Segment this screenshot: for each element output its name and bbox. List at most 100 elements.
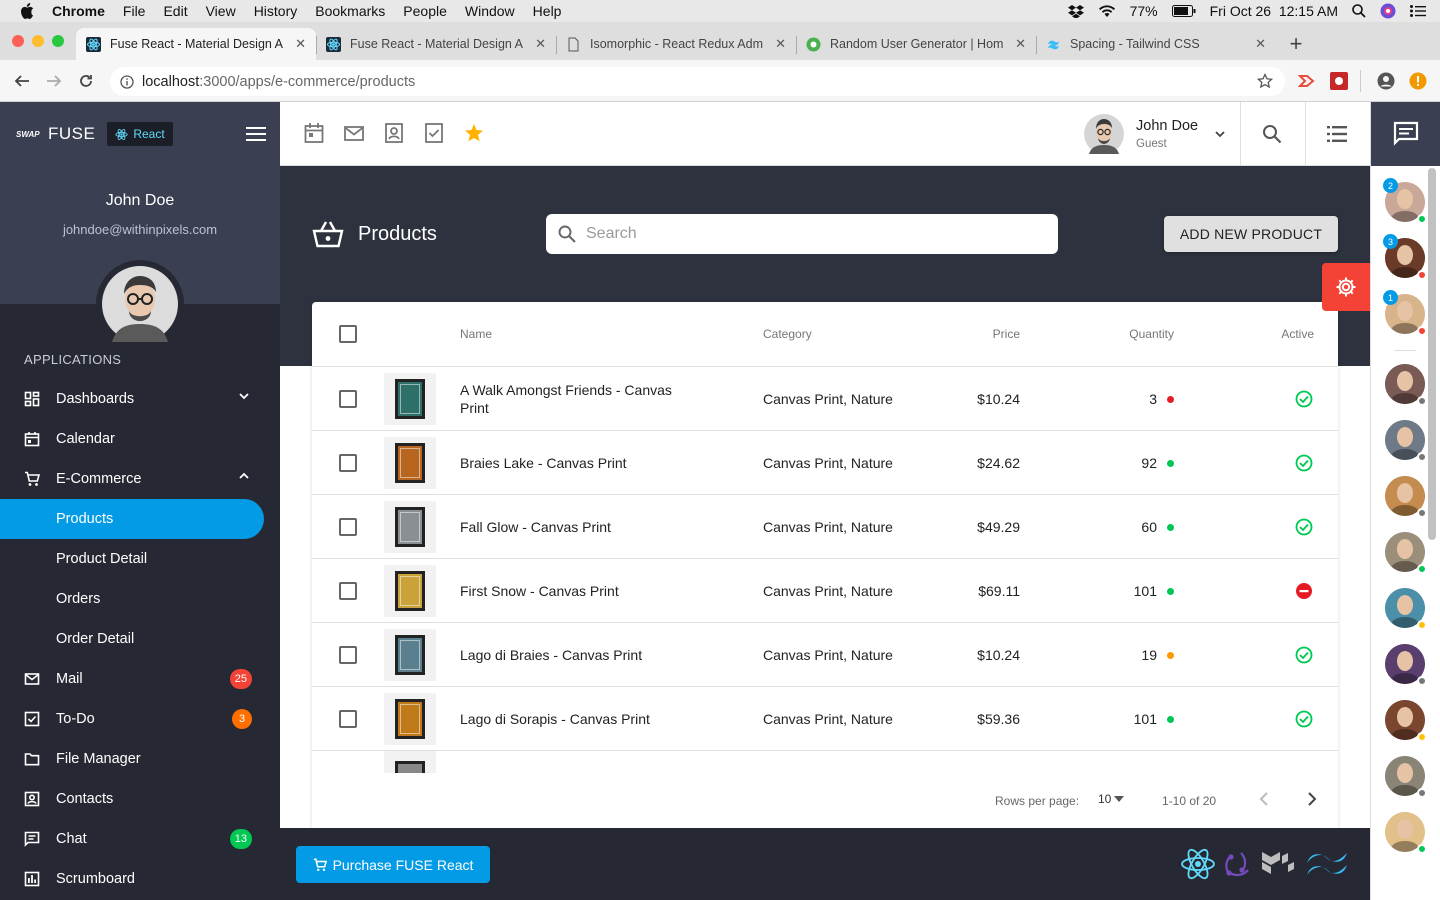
dropbox-icon[interactable] <box>1067 4 1084 18</box>
menu-help[interactable]: Help <box>533 3 562 19</box>
site-info-icon[interactable] <box>120 74 134 89</box>
select-all-checkbox[interactable] <box>339 325 357 343</box>
chevron-right-icon[interactable] <box>1305 791 1319 807</box>
redux-logo-icon[interactable] <box>1221 846 1255 880</box>
nav-item-product-detail[interactable]: Product Detail <box>0 539 280 579</box>
battery-icon[interactable] <box>1171 5 1196 17</box>
close-tab-icon[interactable]: ✕ <box>775 36 786 52</box>
nav-item-calendar[interactable]: Calendar <box>0 419 280 459</box>
menu-app-name[interactable]: Chrome <box>52 3 105 19</box>
close-window-button[interactable] <box>12 35 24 47</box>
update-alert-icon[interactable] <box>1409 72 1427 90</box>
extension-red-icon[interactable] <box>1330 72 1348 90</box>
search-icon[interactable] <box>1262 124 1282 144</box>
menu-history[interactable]: History <box>254 3 298 19</box>
browser-tab-3[interactable]: Isomorphic - React Redux Adm ✕ <box>556 28 796 60</box>
wifi-icon[interactable] <box>1098 4 1116 18</box>
close-tab-icon[interactable]: ✕ <box>295 36 306 52</box>
contacts-shortcut-icon[interactable] <box>384 122 404 144</box>
table-row[interactable]: Braies Lake - Canvas Print Canvas Print, … <box>312 431 1338 495</box>
chat-scrollbar[interactable] <box>1428 168 1436 540</box>
close-tab-icon[interactable]: ✕ <box>1015 36 1026 52</box>
mail-shortcut-icon[interactable] <box>344 122 364 144</box>
new-tab-button[interactable]: + <box>1276 28 1316 60</box>
nav-item-contacts[interactable]: Contacts <box>0 779 280 819</box>
back-arrow-icon[interactable] <box>6 65 38 97</box>
calendar-shortcut-icon[interactable] <box>304 122 324 144</box>
browser-tab-4[interactable]: Random User Generator | Hom ✕ <box>796 28 1036 60</box>
browser-tab-2[interactable]: Fuse React - Material Design A ✕ <box>316 28 556 60</box>
reload-icon[interactable] <box>70 65 102 97</box>
chat-contact-avatar[interactable] <box>1385 644 1427 686</box>
header-category[interactable]: Category <box>763 302 812 366</box>
menu-view[interactable]: View <box>206 3 236 19</box>
datetime[interactable]: Fri Oct 26 12:15 AM <box>1210 3 1338 19</box>
profile-icon[interactable] <box>1377 72 1395 90</box>
close-tab-icon[interactable]: ✕ <box>535 36 546 52</box>
tailwind-logo-icon[interactable] <box>1305 850 1349 878</box>
todo-shortcut-icon[interactable] <box>424 122 444 144</box>
list-icon[interactable] <box>1327 125 1347 143</box>
forward-arrow-icon[interactable] <box>38 65 70 97</box>
material-ui-logo-icon[interactable] <box>1260 848 1296 878</box>
table-row[interactable]: Lago di Braies - Canvas Print Canvas Prin… <box>312 623 1338 687</box>
browser-tab-1[interactable]: Fuse React - Material Design A ✕ <box>76 28 316 60</box>
react-logo-icon[interactable] <box>1180 848 1216 880</box>
nav-item-scrumboard[interactable]: Scrumboard <box>0 859 280 899</box>
row-checkbox[interactable] <box>339 646 357 664</box>
chat-contact-avatar[interactable] <box>1385 364 1427 406</box>
table-row[interactable]: Fall Glow - Canvas Print Canvas Print, Na… <box>312 495 1338 559</box>
chat-panel-toggle[interactable] <box>1371 102 1440 166</box>
row-checkbox[interactable] <box>339 518 357 536</box>
table-row[interactable]: A Walk Amongst Friends - Canvas Print Can… <box>312 367 1338 431</box>
star-shortcut-icon[interactable] <box>464 122 484 144</box>
chat-contact-avatar[interactable] <box>1385 812 1427 854</box>
hamburger-menu-icon[interactable] <box>246 126 266 142</box>
zoom-window-button[interactable] <box>52 35 64 47</box>
browser-tab-5[interactable]: Spacing - Tailwind CSS ✕ <box>1036 28 1276 60</box>
menu-window[interactable]: Window <box>465 3 515 19</box>
nav-item-orders[interactable]: Orders <box>0 579 280 619</box>
table-row[interactable]: Lago di Sorapis - Canvas Print Canvas Pri… <box>312 687 1338 751</box>
row-checkbox[interactable] <box>339 582 357 600</box>
user-menu[interactable]: John Doe Guest <box>1084 102 1244 166</box>
rows-per-page-select[interactable]: 10 <box>1098 792 1125 806</box>
close-tab-icon[interactable]: ✕ <box>1255 36 1266 52</box>
table-row[interactable]: First Snow - Canvas Print Canvas Print, N… <box>312 559 1338 623</box>
menu-edit[interactable]: Edit <box>163 3 187 19</box>
sidebar-avatar[interactable] <box>96 260 184 348</box>
settings-button[interactable] <box>1322 263 1370 311</box>
nav-item-products[interactable]: Products <box>0 499 264 539</box>
header-active[interactable]: Active <box>1252 302 1314 366</box>
notification-center-icon[interactable] <box>1410 5 1426 17</box>
chat-contact-avatar[interactable] <box>1385 420 1427 462</box>
chat-contact-avatar[interactable] <box>1385 588 1427 630</box>
menu-bookmarks[interactable]: Bookmarks <box>315 3 385 19</box>
spotlight-icon[interactable] <box>1352 4 1366 18</box>
menu-file[interactable]: File <box>123 3 146 19</box>
row-checkbox[interactable] <box>339 454 357 472</box>
chat-contact-avatar[interactable] <box>1385 532 1427 574</box>
nav-item-mail[interactable]: Mail 25 <box>0 659 280 699</box>
header-name[interactable]: Name <box>460 302 492 366</box>
nav-item-ecommerce[interactable]: E-Commerce <box>0 459 280 499</box>
purchase-button[interactable]: Purchase FUSE React <box>296 846 490 883</box>
header-quantity[interactable]: Quantity <box>1072 302 1174 366</box>
chat-contact-avatar[interactable] <box>1385 476 1427 518</box>
nav-item-chat[interactable]: Chat 13 <box>0 819 280 859</box>
chat-contact-avatar[interactable]: 1 <box>1383 290 1427 336</box>
nav-item-file-manager[interactable]: File Manager <box>0 739 280 779</box>
minimize-window-button[interactable] <box>32 35 44 47</box>
chat-contact-avatar[interactable] <box>1385 756 1427 798</box>
nav-item-todo[interactable]: To-Do 3 <box>0 699 280 739</box>
siri-icon[interactable] <box>1380 3 1396 19</box>
chat-contact-avatar[interactable]: 2 <box>1383 178 1427 224</box>
row-checkbox[interactable] <box>339 710 357 728</box>
chat-contact-avatar[interactable]: 3 <box>1383 234 1427 280</box>
bookmark-star-icon[interactable] <box>1257 73 1273 89</box>
row-checkbox[interactable] <box>339 390 357 408</box>
chat-contact-avatar[interactable] <box>1385 700 1427 742</box>
chevron-left-icon[interactable] <box>1257 791 1271 807</box>
search-input[interactable]: Search <box>546 214 1058 254</box>
nav-item-dashboards[interactable]: Dashboards <box>0 379 280 419</box>
